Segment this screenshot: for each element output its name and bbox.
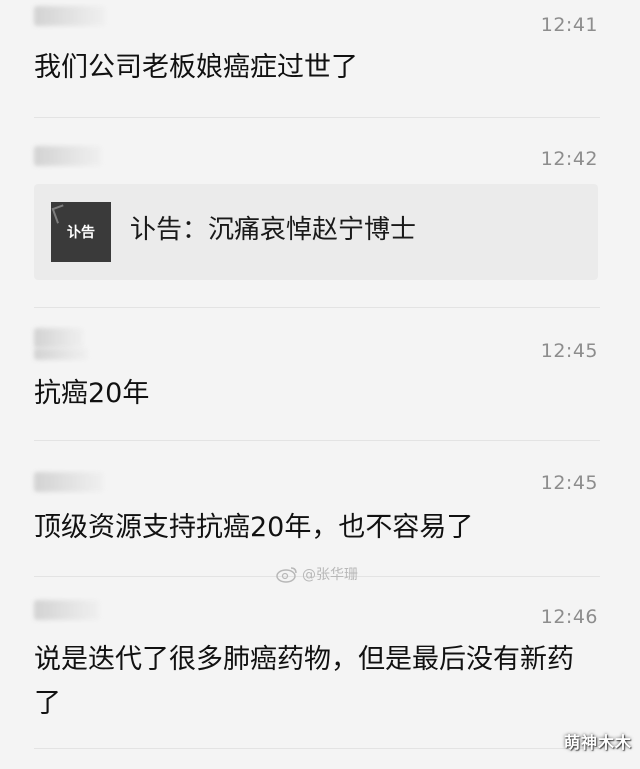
list-item[interactable]: 12:41 我们公司老板娘癌症过世了 <box>0 0 640 118</box>
list-item[interactable]: 12:42 讣告 讣告：沉痛哀悼赵宁博士 <box>0 118 640 310</box>
sender-name-redacted <box>34 6 106 26</box>
sender-name-redacted <box>34 328 84 348</box>
message-text: 我们公司老板娘癌症过世了 <box>34 52 358 83</box>
sender-name-redacted <box>34 348 88 360</box>
thumbnail-decoration <box>51 204 69 224</box>
chat-list: 12:41 我们公司老板娘癌症过世了 12:42 讣告 讣告：沉痛哀悼赵宁博士 … <box>0 0 640 769</box>
message-text: 抗癌20年 <box>34 378 150 409</box>
message-time: 12:42 <box>540 148 598 170</box>
card-thumbnail-label: 讣告 <box>67 225 95 241</box>
divider <box>34 748 600 749</box>
message-time: 12:41 <box>540 14 598 36</box>
sender-name-redacted <box>34 146 102 166</box>
list-item[interactable]: 12:45 顶级资源支持抗癌20年，也不容易了 <box>0 442 640 578</box>
message-time: 12:45 <box>540 472 598 494</box>
list-item[interactable]: 12:45 抗癌20年 <box>0 310 640 442</box>
message-text: 顶级资源支持抗癌20年，也不容易了 <box>34 512 474 543</box>
list-item[interactable]: 12:46 说是迭代了很多肺癌药物，但是最后没有新药了 <box>0 578 640 748</box>
sender-name-redacted <box>34 472 104 492</box>
card-thumbnail: 讣告 <box>51 202 111 262</box>
card-title: 讣告：沉痛哀悼赵宁博士 <box>130 215 417 245</box>
link-card[interactable]: 讣告 讣告：沉痛哀悼赵宁博士 <box>34 184 598 280</box>
message-text: 说是迭代了很多肺癌药物，但是最后没有新药了 <box>34 644 574 719</box>
message-time: 12:45 <box>540 340 598 362</box>
divider <box>34 307 600 308</box>
corner-watermark-logo: 萌神木木 <box>563 733 632 752</box>
message-time: 12:46 <box>540 606 598 628</box>
divider <box>34 440 600 441</box>
sender-name-redacted <box>34 600 100 620</box>
